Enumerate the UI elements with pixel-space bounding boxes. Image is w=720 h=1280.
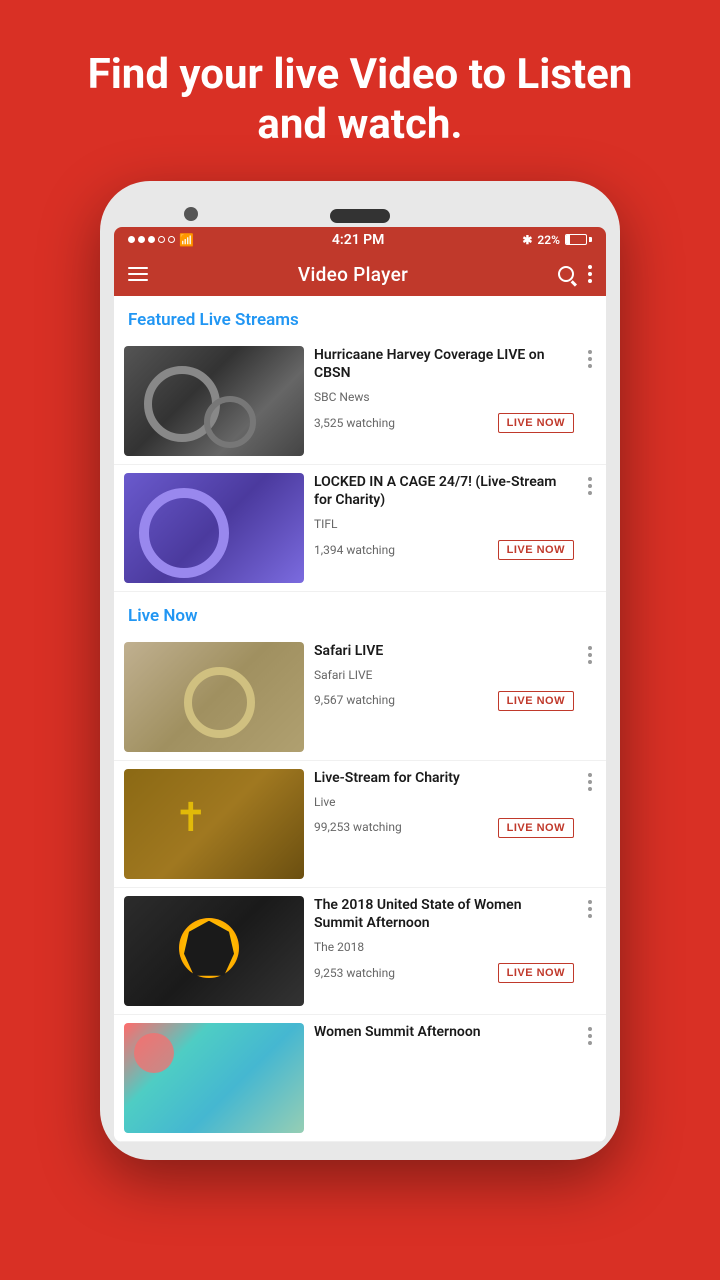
signal-dot-4 — [158, 236, 165, 243]
featured-section: Featured Live Streams Hurricaane Harvey … — [114, 296, 606, 592]
live-now-button[interactable]: LIVE NOW — [498, 413, 574, 433]
stream-title: Live-Stream for Charity — [314, 769, 574, 787]
stream-watching: 1,394 watching — [314, 542, 395, 559]
wifi-icon: 📶 — [179, 233, 194, 247]
hero-text: Find your live Video to Listen and watch… — [0, 0, 720, 181]
stream-item[interactable]: Hurricaane Harvey Coverage LIVE on CBSN … — [114, 338, 606, 465]
live-now-button[interactable]: LIVE NOW — [498, 540, 574, 560]
stream-details: Women Summit Afternoon — [314, 1023, 574, 1045]
live-now-section: Live Now Safari LIVE Safari LIVE 9,567 w… — [114, 592, 606, 1142]
stream-item[interactable]: Women Summit Afternoon — [114, 1015, 606, 1142]
stream-thumbnail — [124, 896, 304, 1006]
stream-thumbnail — [124, 346, 304, 456]
signal-dot-1 — [128, 236, 135, 243]
stream-channel: SBC News — [314, 389, 574, 406]
search-button[interactable] — [558, 266, 574, 282]
hamburger-button[interactable] — [128, 267, 148, 281]
stream-details: Hurricaane Harvey Coverage LIVE on CBSN … — [314, 346, 574, 433]
stream-thumbnail — [124, 1023, 304, 1133]
stream-more-icon[interactable] — [584, 1023, 596, 1049]
stream-thumbnail — [124, 642, 304, 752]
stream-title: The 2018 United State of Women Summit Af… — [314, 896, 574, 932]
stream-watching: 9,253 watching — [314, 965, 395, 982]
stream-title: LOCKED IN A CAGE 24/7! (Live-Stream for … — [314, 473, 574, 509]
stream-watching: 3,525 watching — [314, 415, 395, 432]
stream-channel: The 2018 — [314, 939, 574, 956]
stream-item[interactable]: Live-Stream for Charity Live 99,253 watc… — [114, 761, 606, 888]
stream-item[interactable]: Safari LIVE Safari LIVE 9,567 watching L… — [114, 634, 606, 761]
phone-device: 📶 4:21 PM ✱ 22% Video Player — [100, 181, 620, 1160]
stream-more-icon[interactable] — [584, 896, 596, 922]
more-options-button[interactable] — [588, 265, 592, 283]
stream-details: Safari LIVE Safari LIVE 9,567 watching L… — [314, 642, 574, 711]
stream-title: Hurricaane Harvey Coverage LIVE on CBSN — [314, 346, 574, 382]
stream-watching: 9,567 watching — [314, 692, 395, 709]
phone-screen: 📶 4:21 PM ✱ 22% Video Player — [114, 227, 606, 1142]
signal-dot-5 — [168, 236, 175, 243]
signal-dot-2 — [138, 236, 145, 243]
bluetooth-icon: ✱ — [522, 233, 532, 247]
live-now-button[interactable]: LIVE NOW — [498, 691, 574, 711]
stream-details: The 2018 United State of Women Summit Af… — [314, 896, 574, 983]
stream-channel: Live — [314, 794, 574, 811]
status-bar: 📶 4:21 PM ✱ 22% — [114, 227, 606, 253]
stream-more-icon[interactable] — [584, 473, 596, 499]
app-bar: Video Player — [114, 253, 606, 296]
live-now-section-title: Live Now — [114, 592, 606, 634]
live-now-button[interactable]: LIVE NOW — [498, 963, 574, 983]
signal-dot-3 — [148, 236, 155, 243]
speaker-grill — [330, 209, 390, 223]
battery-percent: 22% — [537, 233, 560, 247]
app-title: Video Player — [298, 263, 408, 286]
battery-indicator — [565, 234, 592, 245]
stream-details: LOCKED IN A CAGE 24/7! (Live-Stream for … — [314, 473, 574, 560]
stream-watching: 99,253 watching — [314, 819, 402, 836]
stream-channel: Safari LIVE — [314, 667, 574, 684]
stream-item[interactable]: The 2018 United State of Women Summit Af… — [114, 888, 606, 1015]
stream-details: Live-Stream for Charity Live 99,253 watc… — [314, 769, 574, 838]
stream-channel: TIFL — [314, 516, 574, 533]
content-area: Featured Live Streams Hurricaane Harvey … — [114, 296, 606, 1142]
stream-item[interactable]: LOCKED IN A CAGE 24/7! (Live-Stream for … — [114, 465, 606, 592]
stream-thumbnail — [124, 769, 304, 879]
stream-more-icon[interactable] — [584, 769, 596, 795]
featured-section-title: Featured Live Streams — [114, 296, 606, 338]
status-time: 4:21 PM — [332, 232, 385, 248]
live-now-button[interactable]: LIVE NOW — [498, 818, 574, 838]
stream-more-icon[interactable] — [584, 642, 596, 668]
stream-more-icon[interactable] — [584, 346, 596, 372]
stream-thumbnail — [124, 473, 304, 583]
camera-dot — [184, 207, 198, 221]
stream-title: Women Summit Afternoon — [314, 1023, 574, 1041]
stream-title: Safari LIVE — [314, 642, 574, 660]
